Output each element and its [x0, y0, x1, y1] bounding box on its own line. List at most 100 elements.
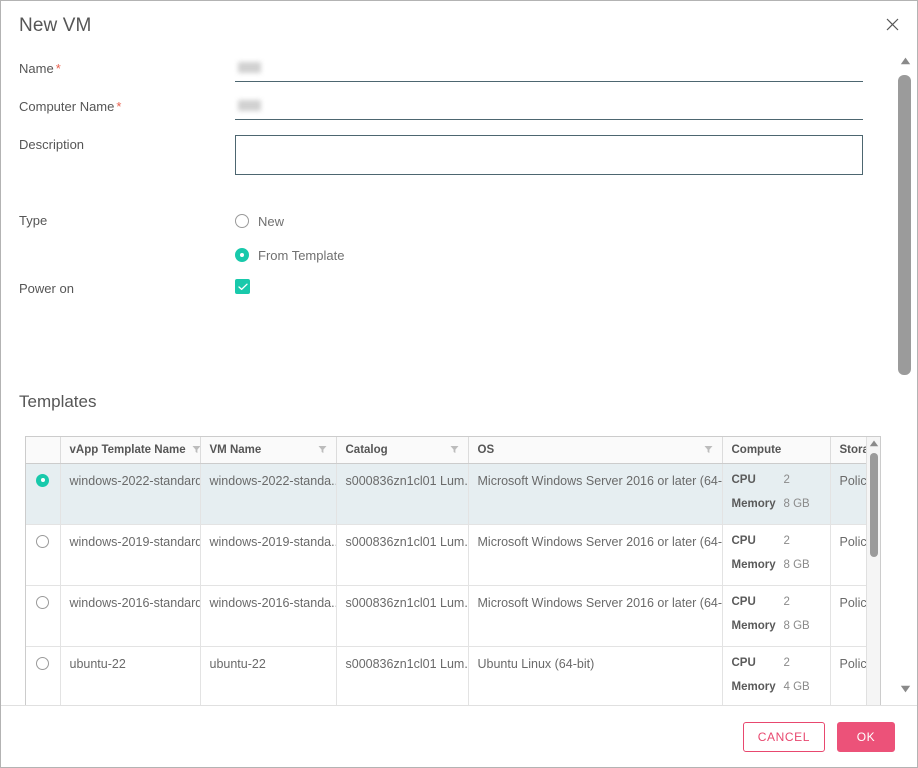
field-row-power-on: Power on [1, 279, 881, 296]
row-radio-selected-icon[interactable] [36, 473, 50, 487]
column-header-compute[interactable]: Compute [721, 437, 830, 464]
cpu-value: 2 [783, 656, 790, 669]
memory-label: Memory [731, 619, 776, 632]
cpu-label: CPU [731, 656, 756, 669]
dialog-footer: CANCEL OK [1, 705, 917, 767]
memory-label: Memory [731, 497, 776, 510]
filter-icon[interactable] [704, 445, 713, 454]
cell-vapp-template-name: windows-2022-standard [59, 463, 200, 525]
computer-name-input[interactable] [235, 97, 863, 120]
column-header-storage-label: Storag [839, 443, 869, 456]
computer-name-label: Computer Name * [1, 97, 235, 120]
table-header-row: vApp Template Name VM Name Catalog OS Co… [26, 437, 869, 464]
table-row[interactable]: windows-2019-standard windows-2019-stand… [26, 524, 868, 586]
cell-storage: Policy [829, 585, 868, 647]
column-header-catalog[interactable]: Catalog [335, 437, 468, 464]
description-label: Description [19, 137, 85, 152]
column-header-storage[interactable]: Storag [829, 437, 869, 464]
radio-type-from-template[interactable]: From Template [235, 245, 865, 265]
templates-grid-viewport: vApp Template Name VM Name Catalog OS Co… [26, 437, 868, 705]
cpu-label: CPU [731, 595, 756, 608]
cell-vm-name: windows-2016-standa... [199, 585, 336, 647]
cell-storage: Policy [829, 524, 868, 586]
cpu-value: 2 [783, 473, 790, 486]
close-glyph [886, 18, 898, 30]
table-row[interactable]: windows-2022-standard windows-2022-stand… [26, 463, 868, 525]
type-label: Type [19, 213, 48, 228]
table-row[interactable]: ubuntu-22 ubuntu-22 s000836zn1cl01 Lum..… [26, 646, 868, 705]
filter-icon[interactable] [318, 445, 327, 454]
dialog-vertical-scrollbar[interactable] [893, 47, 917, 705]
cancel-button[interactable]: CANCEL [742, 721, 825, 752]
row-radio-icon[interactable] [36, 534, 50, 548]
table-header: vApp Template Name VM Name Catalog OS Co… [26, 437, 869, 464]
description-input[interactable] [235, 135, 863, 175]
column-header-vm-name[interactable]: VM Name [199, 437, 336, 464]
row-radio-icon[interactable] [36, 656, 50, 670]
new-vm-dialog: New VM Name * Computer Name * Descriptio… [0, 0, 918, 768]
templates-datagrid: vApp Template Name VM Name Catalog OS Co… [25, 436, 881, 705]
grid-vertical-scrollbar[interactable] [866, 437, 880, 705]
cpu-value: 2 [783, 534, 790, 547]
cell-vapp-template-name: ubuntu-22 [59, 646, 200, 705]
cell-catalog: s000836zn1cl01 Lum... [335, 585, 468, 647]
column-header-select [26, 437, 60, 464]
cell-vm-name: windows-2022-standa... [199, 463, 336, 525]
dialog-header: New VM [1, 1, 917, 47]
description-field-col [235, 135, 881, 180]
row-select-cell[interactable] [26, 524, 60, 586]
column-header-os-label: OS [477, 443, 495, 456]
power-on-field-col [235, 279, 881, 296]
grid-vertical-scroll-thumb[interactable] [870, 453, 878, 557]
filter-icon[interactable] [450, 445, 459, 454]
memory-value: 8 GB [783, 619, 810, 632]
table-row[interactable]: windows-2016-standard windows-2016-stand… [26, 585, 868, 647]
cell-storage: Policy [829, 463, 868, 525]
row-radio-icon[interactable] [36, 595, 50, 609]
compute-detail: CPU 2 Memory 4 GB [732, 657, 821, 693]
row-select-cell[interactable] [26, 585, 60, 647]
memory-value: 8 GB [783, 558, 810, 571]
cell-os: Ubuntu Linux (64-bit) [467, 646, 722, 705]
cell-vm-name: windows-2019-standa... [199, 524, 336, 586]
page-title: New VM [19, 15, 92, 36]
filter-icon[interactable] [192, 445, 200, 454]
cpu-label: CPU [731, 534, 756, 547]
radio-circle-icon [235, 214, 249, 228]
templates-table: vApp Template Name VM Name Catalog OS Co… [26, 437, 868, 705]
name-label: Name * [1, 59, 235, 82]
column-header-os[interactable]: OS [467, 437, 722, 464]
close-icon[interactable] [879, 11, 905, 37]
radio-type-new[interactable]: New [235, 211, 865, 231]
radio-type-from-template-label: From Template [258, 247, 345, 263]
compute-detail: CPU 2 Memory 8 GB [732, 474, 821, 510]
row-select-cell[interactable] [26, 463, 60, 525]
scroll-down-icon[interactable] [900, 685, 911, 693]
power-on-checkbox[interactable] [235, 279, 250, 294]
computer-name-label-text: Computer Name [19, 99, 115, 114]
cell-catalog: s000836zn1cl01 Lum... [335, 524, 468, 586]
scroll-up-icon[interactable] [869, 440, 879, 447]
memory-label: Memory [731, 558, 776, 571]
cell-vapp-template-name: windows-2019-standard [59, 524, 200, 586]
name-label-text: Name [19, 61, 54, 76]
name-required-marker: * [55, 61, 61, 76]
computer-name-field-col [235, 97, 881, 120]
radio-type-new-label: New [258, 213, 285, 229]
table-body: windows-2022-standard windows-2022-stand… [26, 463, 868, 705]
dialog-vertical-scroll-thumb[interactable] [898, 75, 911, 375]
ok-button[interactable]: OK [837, 721, 895, 752]
cell-os: Microsoft Windows Server 2016 or later (… [467, 585, 722, 647]
compute-detail: CPU 2 Memory 8 GB [732, 596, 821, 632]
column-header-vm-name-label: VM Name [209, 443, 262, 456]
name-input[interactable] [235, 59, 863, 82]
scroll-up-icon[interactable] [900, 57, 911, 65]
cell-compute: CPU 2 Memory 4 GB [721, 646, 830, 705]
computer-name-required-marker: * [116, 99, 122, 114]
cell-catalog: s000836zn1cl01 Lum... [335, 463, 468, 525]
row-select-cell[interactable] [26, 646, 60, 705]
column-header-vapp-template-name[interactable]: vApp Template Name [59, 437, 200, 464]
check-icon [237, 283, 248, 290]
field-row-name: Name * [1, 59, 881, 82]
cell-os: Microsoft Windows Server 2016 or later (… [467, 463, 722, 525]
